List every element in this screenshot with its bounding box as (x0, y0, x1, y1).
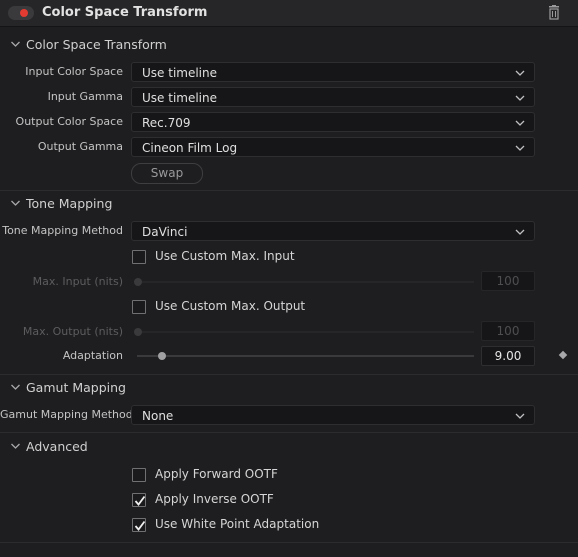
output-gamma-dropdown[interactable]: Cineon Film Log (131, 137, 535, 157)
tone-mapping-method-dropdown[interactable]: DaVinci (131, 221, 535, 241)
max-output-slider-thumb[interactable] (134, 328, 142, 336)
section-title: Advanced (26, 439, 88, 454)
section-title: Tone Mapping (26, 196, 113, 211)
dropdown-value: Rec.709 (142, 116, 191, 130)
chevron-down-icon (515, 413, 525, 419)
dropdown-value: Cineon Film Log (142, 141, 238, 155)
custom-max-output-checkbox[interactable] (132, 300, 146, 314)
section-color-space-transform[interactable]: Color Space Transform (0, 34, 578, 56)
divider (0, 542, 578, 543)
panel-title: Color Space Transform (42, 5, 208, 20)
adaptation-label: Adaptation (62, 349, 123, 362)
gamut-mapping-method-dropdown[interactable]: None (131, 405, 535, 425)
chevron-down-icon (515, 95, 525, 101)
trash-icon[interactable] (547, 5, 561, 21)
chevron-down-icon (515, 120, 525, 126)
checkmark-icon (134, 495, 146, 506)
custom-max-input-label: Use Custom Max. Input (155, 249, 295, 263)
max-input-field[interactable]: 100 (481, 271, 535, 291)
dropdown-value: Use timeline (142, 91, 217, 105)
section-gamut-mapping[interactable]: Gamut Mapping (0, 377, 578, 399)
apply-forward-ootf-label: Apply Forward OOTF (155, 467, 278, 481)
output-gamma-label: Output Gamma (37, 140, 123, 153)
input-gamma-label: Input Gamma (47, 90, 123, 103)
apply-forward-ootf-checkbox[interactable] (132, 468, 146, 482)
panel-header: Color Space Transform (0, 0, 578, 27)
section-advanced[interactable]: Advanced (0, 436, 578, 458)
adaptation-slider-thumb[interactable] (158, 352, 166, 360)
chevron-down-icon (11, 384, 20, 390)
dropdown-value: DaVinci (142, 225, 188, 239)
max-input-slider-thumb[interactable] (134, 278, 142, 286)
max-output-field[interactable]: 100 (481, 321, 535, 341)
checkmark-icon (134, 520, 146, 531)
toggle-dot (20, 9, 28, 17)
custom-max-output-label: Use Custom Max. Output (155, 299, 306, 313)
dropdown-value: Use timeline (142, 66, 217, 80)
adaptation-field[interactable]: 9.00 (481, 346, 535, 366)
custom-max-input-checkbox[interactable] (132, 250, 146, 264)
tone-mapping-method-label: Tone Mapping Method (2, 224, 123, 237)
section-tone-mapping[interactable]: Tone Mapping (0, 193, 578, 215)
output-color-space-dropdown[interactable]: Rec.709 (131, 112, 535, 132)
section-title: Gamut Mapping (26, 380, 126, 395)
max-input-label: Max. Input (nits) (32, 275, 123, 288)
enable-toggle-icon[interactable] (8, 6, 34, 20)
white-point-adaptation-label: Use White Point Adaptation (155, 517, 320, 531)
output-color-space-label: Output Color Space (15, 115, 123, 128)
swap-button[interactable]: Swap (131, 163, 203, 184)
divider (0, 432, 578, 433)
divider (0, 374, 578, 375)
gamut-mapping-method-label: Gamut Mapping Method (0, 408, 133, 421)
max-input-slider[interactable] (137, 281, 474, 283)
dropdown-value: None (142, 409, 174, 423)
section-title: Color Space Transform (26, 37, 167, 52)
input-gamma-dropdown[interactable]: Use timeline (131, 87, 535, 107)
adaptation-slider[interactable] (137, 355, 474, 357)
chevron-down-icon (11, 41, 20, 47)
chevron-down-icon (515, 145, 525, 151)
chevron-down-icon (515, 229, 525, 235)
chevron-down-icon (11, 443, 20, 449)
chevron-down-icon (515, 70, 525, 76)
apply-inverse-ootf-checkbox[interactable] (132, 493, 146, 507)
input-color-space-label: Input Color Space (25, 65, 123, 78)
divider (0, 190, 578, 191)
white-point-adaptation-checkbox[interactable] (132, 518, 146, 532)
chevron-down-icon (11, 200, 20, 206)
max-output-slider[interactable] (137, 331, 474, 333)
input-color-space-dropdown[interactable]: Use timeline (131, 62, 535, 82)
max-output-label: Max. Output (nits) (22, 325, 123, 338)
keyframe-icon[interactable] (558, 350, 568, 360)
apply-inverse-ootf-label: Apply Inverse OOTF (155, 492, 274, 506)
